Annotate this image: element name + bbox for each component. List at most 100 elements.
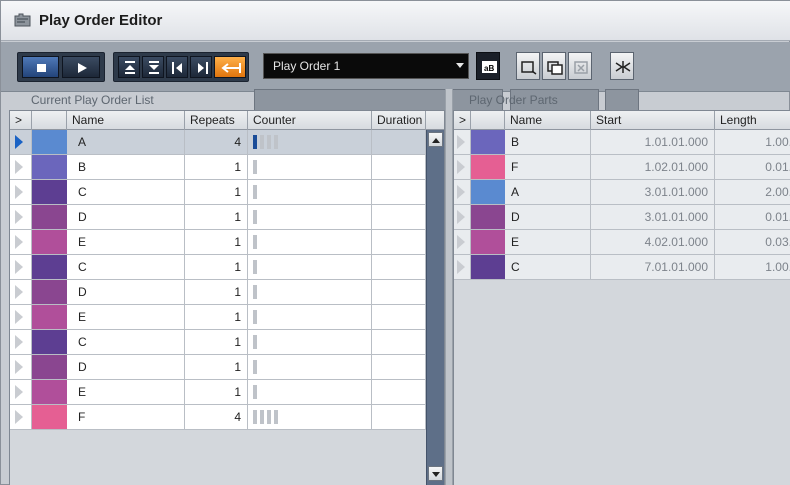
play-marker-cell[interactable] [10,330,32,354]
rename-button[interactable]: aB [476,52,500,80]
repeats-value[interactable]: 1 [185,155,248,179]
copy-button[interactable] [542,52,566,80]
column-header-expand[interactable]: > [10,111,32,130]
play-marker-cell[interactable] [454,230,471,254]
part-name[interactable]: E [67,230,185,254]
length-value[interactable]: 1.00. [715,255,790,279]
length-value[interactable]: 1.00. [715,130,790,154]
column-header-expand[interactable]: > [454,111,471,130]
table-row[interactable]: B1 [10,155,426,180]
move-to-top-button[interactable] [118,56,140,78]
table-row[interactable]: A 3.01.01.000 2.00. [454,180,790,205]
column-header-start[interactable]: Start [591,111,715,130]
repeats-value[interactable]: 4 [185,405,248,429]
repeats-value[interactable]: 4 [185,130,248,154]
start-value[interactable]: 3.01.01.000 [591,205,715,229]
repeats-value[interactable]: 1 [185,230,248,254]
part-name[interactable]: B [505,130,591,154]
table-row[interactable]: C1 [10,180,426,205]
table-row[interactable]: C1 [10,255,426,280]
length-value[interactable]: 2.00. [715,180,790,204]
part-name[interactable]: C [67,255,185,279]
part-name[interactable]: B [67,155,185,179]
repeats-value[interactable]: 1 [185,380,248,404]
play-marker-cell[interactable] [10,205,32,229]
flatten-button[interactable] [610,52,634,80]
table-row[interactable]: F4 [10,405,426,430]
column-header-length[interactable]: Length [715,111,790,130]
table-row[interactable]: D1 [10,355,426,380]
panel-splitter[interactable] [445,89,453,485]
play-marker-cell[interactable] [10,180,32,204]
play-marker-cell[interactable] [454,205,471,229]
play-marker-cell[interactable] [454,180,471,204]
length-value[interactable]: 0.03. [715,230,790,254]
part-name[interactable]: C [67,180,185,204]
play-marker-cell[interactable] [10,230,32,254]
play-order-select[interactable]: Play Order 1 [263,53,469,79]
table-row[interactable]: E 4.02.01.000 0.03. [454,230,790,255]
stop-button[interactable] [22,56,59,78]
delete-button[interactable] [568,52,592,80]
start-value[interactable]: 1.01.01.000 [591,130,715,154]
column-header-name[interactable]: Name [505,111,591,130]
play-marker-cell[interactable] [10,280,32,304]
repeats-value[interactable]: 1 [185,280,248,304]
table-row[interactable]: C1 [10,330,426,355]
table-row[interactable]: E1 [10,230,426,255]
repeats-value[interactable]: 1 [185,180,248,204]
repeats-value[interactable]: 1 [185,255,248,279]
part-name[interactable]: E [67,380,185,404]
part-name[interactable]: A [505,180,591,204]
insert-button[interactable] [214,56,246,78]
length-value[interactable]: 0.01. [715,205,790,229]
column-header-repeats[interactable]: Repeats [185,111,248,130]
play-marker-cell[interactable] [10,305,32,329]
part-name[interactable]: D [67,355,185,379]
part-name[interactable]: D [67,280,185,304]
scroll-up-button[interactable] [428,132,443,147]
move-right-button[interactable] [190,56,212,78]
table-row[interactable]: D1 [10,205,426,230]
part-name[interactable]: A [67,130,185,154]
repeats-value[interactable]: 1 [185,330,248,354]
part-name[interactable]: F [67,405,185,429]
repeats-value[interactable]: 1 [185,305,248,329]
column-header-duration[interactable]: Duration [372,111,426,130]
repeats-value[interactable]: 1 [185,355,248,379]
length-value[interactable]: 0.01. [715,155,790,179]
start-value[interactable]: 7.01.01.000 [591,255,715,279]
part-name[interactable]: F [505,155,591,179]
table-row[interactable]: E1 [10,305,426,330]
play-marker-cell[interactable] [10,380,32,404]
table-row[interactable]: C 7.01.01.000 1.00. [454,255,790,280]
play-marker-cell[interactable] [454,255,471,279]
table-row[interactable]: D 3.01.01.000 0.01. [454,205,790,230]
play-marker-cell[interactable] [10,130,32,154]
play-marker-cell[interactable] [10,405,32,429]
play-marker-cell[interactable] [454,155,471,179]
start-value[interactable]: 3.01.01.000 [591,180,715,204]
part-name[interactable]: C [67,330,185,354]
column-header-counter[interactable]: Counter [248,111,372,130]
part-name[interactable]: D [67,205,185,229]
vertical-scrollbar[interactable] [426,130,444,485]
part-name[interactable]: E [505,230,591,254]
play-marker-cell[interactable] [10,255,32,279]
part-name[interactable]: C [505,255,591,279]
duplicate-button[interactable] [516,52,540,80]
repeats-value[interactable]: 1 [185,205,248,229]
scroll-down-button[interactable] [428,466,443,481]
table-row[interactable]: A4 [10,130,426,155]
start-value[interactable]: 4.02.01.000 [591,230,715,254]
column-header-name[interactable]: Name [67,111,185,130]
table-row[interactable]: B 1.01.01.000 1.00. [454,130,790,155]
play-marker-cell[interactable] [454,130,471,154]
table-row[interactable]: E1 [10,380,426,405]
part-name[interactable]: E [67,305,185,329]
play-marker-cell[interactable] [10,155,32,179]
part-name[interactable]: D [505,205,591,229]
play-marker-cell[interactable] [10,355,32,379]
start-value[interactable]: 1.02.01.000 [591,155,715,179]
play-button[interactable] [62,56,100,78]
